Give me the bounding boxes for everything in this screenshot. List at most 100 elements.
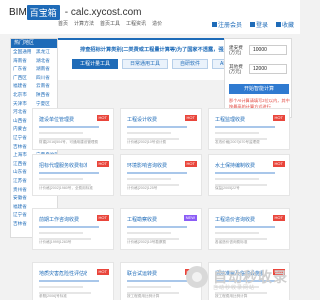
card-badge: HOT — [272, 115, 285, 121]
sidebar-region-link[interactable]: 内蒙古 — [11, 125, 34, 134]
user-icon — [211, 22, 217, 27]
sidebar-region-link[interactable]: 山西省 — [11, 117, 34, 126]
card-footer: 计价格[2002]125号 — [127, 186, 158, 190]
nav-item-tools[interactable]: 首页工具 — [100, 20, 120, 27]
sidebar-region-link[interactable]: 湖南省 — [34, 65, 57, 74]
card-title[interactable]: 工程造价咨询收费 — [215, 216, 255, 223]
register-link[interactable]: 注册会员 — [211, 20, 242, 29]
tool-card[interactable]: 工程监理收费 HOT 发改价格[2007]670号监理费 — [208, 108, 290, 150]
sidebar-region-link[interactable]: 福建省 — [11, 203, 34, 212]
sidebar-row: 广东省 湖南省 — [11, 65, 57, 74]
card-footer: 按工程费用比例计算 — [215, 294, 248, 298]
card-footer: 保监[2005]22号 — [215, 186, 240, 190]
card-footer: 参照[2006]号标准 — [39, 294, 67, 298]
card-text-line — [39, 286, 83, 288]
tab-own-software[interactable]: 自研软件 — [172, 59, 209, 69]
sidebar-region-link[interactable]: 陕西省 — [34, 91, 57, 100]
sidebar-region-link[interactable]: 广西区 — [11, 74, 34, 83]
card-title[interactable]: 工程监理收费 — [215, 116, 245, 123]
card-title[interactable]: 地质灾害危险性评估收费 — [39, 270, 87, 277]
other-label-group: 其他费 (万元) — [229, 64, 249, 74]
banner-title: 排查招标计算类别(二类费或工程量计算等)为了国家不透露，强烈推荐使用最 — [80, 47, 250, 53]
card-title[interactable]: 工程设计收费 — [127, 116, 157, 123]
sidebar-region-link[interactable]: 海南省 — [11, 57, 34, 66]
card-title[interactable]: 招标代理服务收费标准 — [39, 162, 87, 169]
sidebar-region-link[interactable]: 福建省 — [11, 82, 34, 91]
card-text-line — [39, 132, 83, 134]
tool-card[interactable]: 招标代理服务收费标准 HOT 计价格[2002]1980号，全费用标准 — [32, 154, 114, 196]
card-badge: HOT — [184, 161, 197, 167]
tool-card[interactable]: 地质灾害危险性评估收费 HOT 参照[2006]号标准 — [32, 262, 114, 300]
tab-measure-tools[interactable]: 工程计量工具 — [72, 59, 119, 69]
card-text-line — [39, 172, 99, 174]
sidebar-region-link[interactable]: 天津市 — [11, 100, 34, 109]
sidebar-region-link[interactable]: 河北省 — [11, 108, 34, 117]
card-text-line — [127, 126, 187, 128]
tab-daily-tools[interactable]: 日常通用工具 — [122, 59, 169, 69]
logo[interactable]: BIM 百宝箱 - calc.xycost.com — [9, 5, 141, 20]
logo-box: 百宝箱 — [26, 5, 60, 20]
sidebar-region-link[interactable]: 广东省 — [11, 65, 34, 74]
tool-card[interactable]: 水土保持编制收费 HOT 保监[2005]22号 — [208, 154, 290, 196]
tool-card[interactable]: 工程设计收费 HOT 计价格[2002]10号设计费 — [120, 108, 202, 150]
sidebar-region-link[interactable]: 云南省 — [34, 82, 57, 91]
favorite-link[interactable]: 收藏 — [275, 20, 294, 29]
nav-item-methods[interactable]: 计算方法 — [74, 20, 94, 27]
sidebar-region-link[interactable]: 江西省 — [11, 160, 34, 169]
nav-item-news[interactable]: 工程资讯 — [126, 20, 146, 27]
sidebar-region-link[interactable]: 上海市 — [11, 151, 34, 160]
card-badge: HOT — [272, 215, 285, 221]
card-badge: HOT — [96, 215, 109, 221]
sidebar-region-link[interactable]: 贵州省 — [11, 186, 34, 195]
header: BIM 百宝箱 - calc.xycost.com 首页 计算方法 首页工具 工… — [0, 0, 300, 34]
sidebar-row: 天津市 宁夏区 — [11, 100, 57, 109]
sidebar-region-link[interactable]: 江苏省 — [11, 177, 34, 186]
sidebar-region-link[interactable]: 辽宁省 — [11, 134, 34, 143]
card-title[interactable]: 环境影响咨询收费 — [127, 162, 167, 169]
sidebar-region-link[interactable]: 全国通用 — [11, 48, 34, 57]
sidebar-region-link[interactable]: 吉林省 — [11, 143, 34, 152]
card-title[interactable]: 工程勘察收费 — [127, 216, 157, 223]
sidebar-region-link[interactable]: 吉林省 — [11, 220, 34, 229]
account-links: 注册会员 登录 收藏 — [211, 20, 294, 29]
login-link[interactable]: 登录 — [249, 20, 268, 29]
card-title[interactable]: 联合试运转费 — [127, 270, 157, 277]
nav-item-cost[interactable]: 造价 — [152, 20, 162, 27]
other-unit: (万元) — [229, 69, 242, 74]
tool-card[interactable]: 工程造价咨询收费 HOT 各省造价咨询费标准 — [208, 208, 290, 250]
card-text-line — [127, 172, 187, 174]
amount-unit: (万元) — [229, 50, 242, 55]
card-text-line — [215, 126, 275, 128]
sidebar-region-link[interactable]: 宁夏区 — [34, 100, 57, 109]
sidebar-header: 热门地区 — [11, 39, 57, 48]
card-badge: NEW — [183, 215, 197, 221]
amount-input[interactable] — [249, 45, 287, 55]
nav-item-home[interactable]: 首页 — [58, 20, 68, 27]
sidebar-region-link[interactable]: 北京市 — [11, 91, 34, 100]
card-text-line — [127, 232, 171, 234]
tool-card[interactable]: 环境影响咨询收费 HOT 计价格[2002]125号 — [120, 154, 202, 196]
card-footer: 各省造价咨询费标准 — [215, 240, 248, 244]
login-label: 登录 — [255, 23, 268, 29]
sidebar-region-link[interactable]: 辽宁省 — [11, 211, 34, 220]
other-input[interactable] — [249, 64, 287, 74]
sidebar-region-link[interactable]: 山东省 — [11, 168, 34, 177]
card-title[interactable]: 建设单位管理费 — [39, 116, 74, 123]
card-text-line — [39, 226, 99, 228]
sidebar-region-link[interactable]: 黑龙江 — [34, 48, 57, 57]
tool-card[interactable]: 工程勘察收费 NEW 计价格[2002]10号勘察费 — [120, 208, 202, 250]
card-text-line — [215, 132, 259, 134]
card-title[interactable]: 前期工作咨询收费 — [39, 216, 79, 223]
card-footer: 按工程费用比例计算 — [127, 294, 160, 298]
tool-card[interactable]: 前期工作咨询收费 HOT 计价格[1999]1283号 — [32, 208, 114, 250]
sidebar-region-link[interactable]: 四川省 — [34, 74, 57, 83]
sidebar-region-link[interactable]: 湖北省 — [34, 57, 57, 66]
card-badge: HOT — [96, 115, 109, 121]
favorite-label: 收藏 — [281, 23, 294, 29]
tool-card[interactable]: 建设单位管理费 HOT 财建[2016]504号，可通用建设管理费 — [32, 108, 114, 150]
calculate-button[interactable]: 开始智能计算 — [229, 84, 289, 94]
card-title[interactable]: 水土保持编制收费 — [215, 162, 255, 169]
card-text-line — [215, 172, 275, 174]
top-nav: 首页 计算方法 首页工具 工程资讯 造价 — [58, 20, 162, 27]
sidebar-region-link[interactable]: 安徽省 — [11, 194, 34, 203]
